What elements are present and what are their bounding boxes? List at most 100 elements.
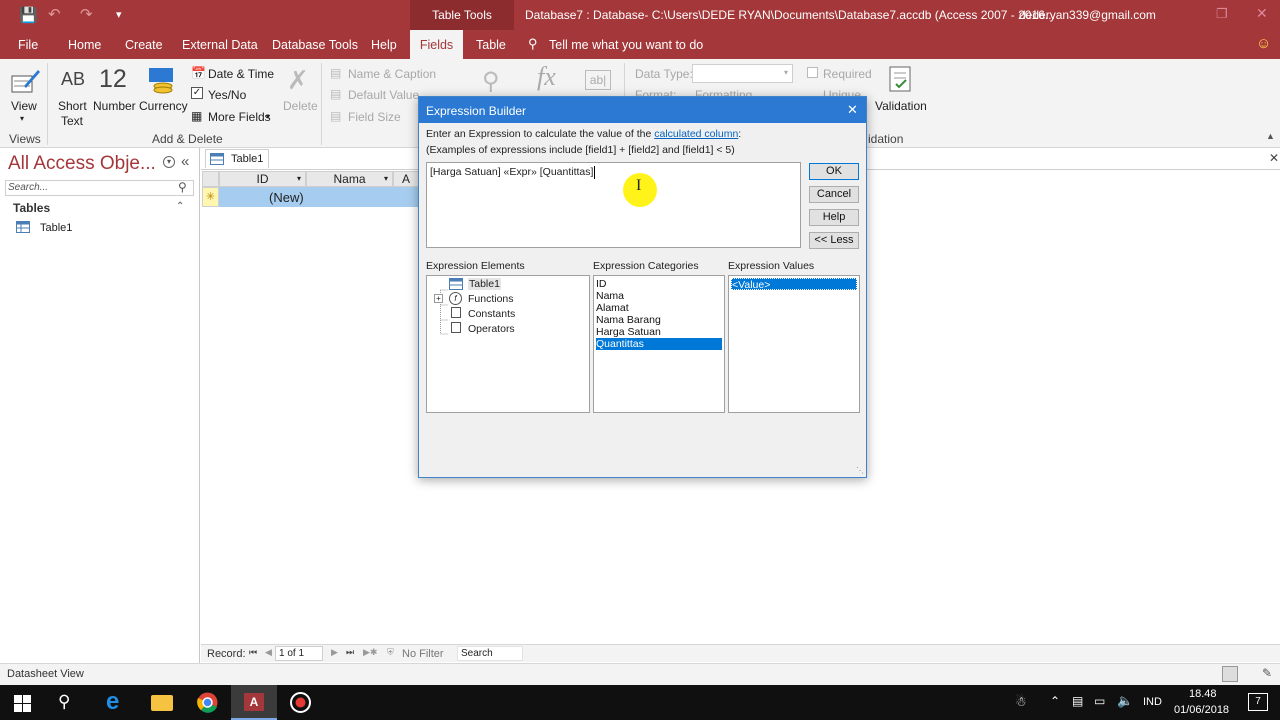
view-dropdown-icon[interactable]: ▾ [20,114,24,123]
screen-recorder-icon[interactable] [290,692,311,713]
search-icon[interactable]: ⚲ [178,180,187,194]
nav-menu-icon[interactable]: ▾ [163,156,175,168]
format-dropdown[interactable]: Formatting [695,88,752,96]
required-checkbox[interactable] [807,67,818,78]
expression-elements-tree[interactable]: Table1 + f Functions Constants Operators [426,275,590,413]
tree-item-constants[interactable]: Constants [468,308,515,320]
people-icon[interactable]: ☃ [1015,694,1027,710]
redo-icon[interactable]: ↷ [80,5,93,23]
first-record-icon[interactable]: ⏮ [249,647,257,658]
validation-button[interactable]: Validation [875,99,927,113]
new-blank-record-icon[interactable]: ▶✱ [363,647,377,658]
category-item[interactable]: Nama [596,290,722,302]
expression-textbox[interactable]: [Harga Satuan] «Expr» [Quantittas] I [426,162,801,248]
previous-record-icon[interactable]: ◀ [265,647,272,658]
tab-create[interactable]: Create [125,38,163,52]
edge-browser-icon[interactable]: e [106,688,119,716]
document-tab-table1[interactable]: Table1 [205,149,269,168]
expression-values-list[interactable]: <Value> [728,275,860,413]
collapse-ribbon-icon[interactable]: ▲ [1266,131,1275,141]
close-icon[interactable]: ✕ [847,102,858,118]
battery-icon[interactable]: ▭ [1094,694,1105,708]
currency-button[interactable]: Currency [139,99,188,113]
tree-item-operators[interactable]: Operators [468,323,515,335]
default-value-button[interactable]: Default Value [348,88,419,102]
view-button[interactable]: View [11,99,37,113]
less-button[interactable]: << Less [809,232,859,249]
tab-database-tools[interactable]: Database Tools [272,38,358,52]
access-taskbar-button[interactable]: A [231,685,277,720]
modify-lookups-icon[interactable]: ⚲ [482,67,500,96]
account-name[interactable]: dederyan339@gmail.com [1019,8,1156,22]
resize-grip-icon[interactable]: ⋱ [856,466,864,475]
help-button[interactable]: Help [809,209,859,226]
more-fields-button[interactable]: More Fields [208,110,271,124]
tab-external-data[interactable]: External Data [182,38,258,52]
close-window-icon[interactable]: ✕ [1256,5,1268,22]
column-header-id[interactable]: ID ▾ [219,171,306,187]
tab-table[interactable]: Table [476,38,506,52]
volume-icon[interactable]: 🔈 [1117,693,1133,709]
category-item[interactable]: Nama Barang [596,314,722,326]
collapse-section-icon[interactable]: ⌃ [176,201,184,212]
action-center-icon[interactable]: 7 [1248,693,1268,711]
category-item[interactable]: Alamat [596,302,722,314]
nav-search-box[interactable]: Search... ⚲ [5,180,194,196]
new-record-selector[interactable]: ✳ [202,187,219,207]
delete-button[interactable]: Delete [283,99,318,113]
nav-item-table1[interactable]: Table1 [40,222,72,234]
chevron-down-icon[interactable]: ▾ [384,172,388,186]
select-all-corner[interactable] [202,171,219,187]
next-record-icon[interactable]: ▶ [331,647,338,658]
yes-no-button[interactable]: Yes/No [208,88,246,102]
tab-help[interactable]: Help [371,38,397,52]
expand-icon[interactable]: + [434,294,443,303]
current-record-input[interactable]: 1 of 1 [275,646,323,661]
undo-icon[interactable]: ↶ [48,5,61,23]
field-size-input[interactable]: Field Size [348,110,401,124]
modify-expression-icon[interactable]: fx [537,62,556,92]
number-button[interactable]: Number [93,99,136,113]
tab-fields[interactable]: Fields [410,30,463,59]
customize-qat-icon[interactable]: ▾ [116,8,122,21]
memo-settings-icon[interactable]: ab| [585,70,611,90]
close-document-icon[interactable]: ✕ [1269,151,1279,165]
tree-item-table1[interactable]: Table1 [468,278,501,290]
date-time-button[interactable]: Date & Time [208,67,274,81]
ok-button[interactable]: OK [809,163,859,180]
save-icon[interactable]: 💾 [19,6,38,24]
input-language[interactable]: IND [1143,696,1162,708]
category-item[interactable]: Harga Satuan [596,326,722,338]
calculated-column-link[interactable]: calculated column [654,128,738,140]
category-item-selected[interactable]: Quantittas [596,338,722,350]
chrome-icon[interactable] [197,692,218,713]
restore-icon[interactable]: ❐ [1216,6,1228,22]
new-record-row[interactable]: (New) [219,187,419,207]
column-header-nama[interactable]: Nama ▾ [306,171,393,187]
cancel-button[interactable]: Cancel [809,186,859,203]
smiley-feedback-icon[interactable]: ☺ [1256,35,1271,52]
last-record-icon[interactable]: ⏭ [346,647,354,658]
clock-time[interactable]: 18.48 [1189,688,1217,700]
nav-section-tables[interactable]: Tables [13,201,50,215]
clock-date[interactable]: 01/06/2018 [1174,704,1229,716]
search-icon[interactable]: ⚲ [58,692,70,712]
name-caption-button[interactable]: Name & Caption [348,67,436,81]
short-text-button[interactable]: Short Text [58,99,87,129]
file-explorer-icon[interactable] [151,695,173,711]
windows-start-icon[interactable] [14,695,31,712]
value-item-selected[interactable]: <Value> [731,278,857,291]
shutter-bar-close-icon[interactable]: « [181,153,189,170]
expression-categories-list[interactable]: ID Nama Alamat Nama Barang Harga Satuan … [593,275,725,413]
column-header-alamat[interactable]: A [393,171,419,187]
chevron-down-icon[interactable]: ▾ [297,172,301,186]
data-type-dropdown[interactable]: ▾ [692,64,793,83]
tab-home[interactable]: Home [68,38,101,52]
tell-me-box[interactable]: Tell me what you want to do [549,38,703,52]
record-search-box[interactable]: Search [457,646,523,661]
category-item[interactable]: ID [596,278,722,290]
network-icon[interactable]: ▤ [1072,694,1083,708]
show-hidden-icons[interactable]: ⌃ [1050,694,1060,708]
tab-file[interactable]: File [18,38,38,52]
filter-toggle[interactable]: No Filter [402,648,444,660]
